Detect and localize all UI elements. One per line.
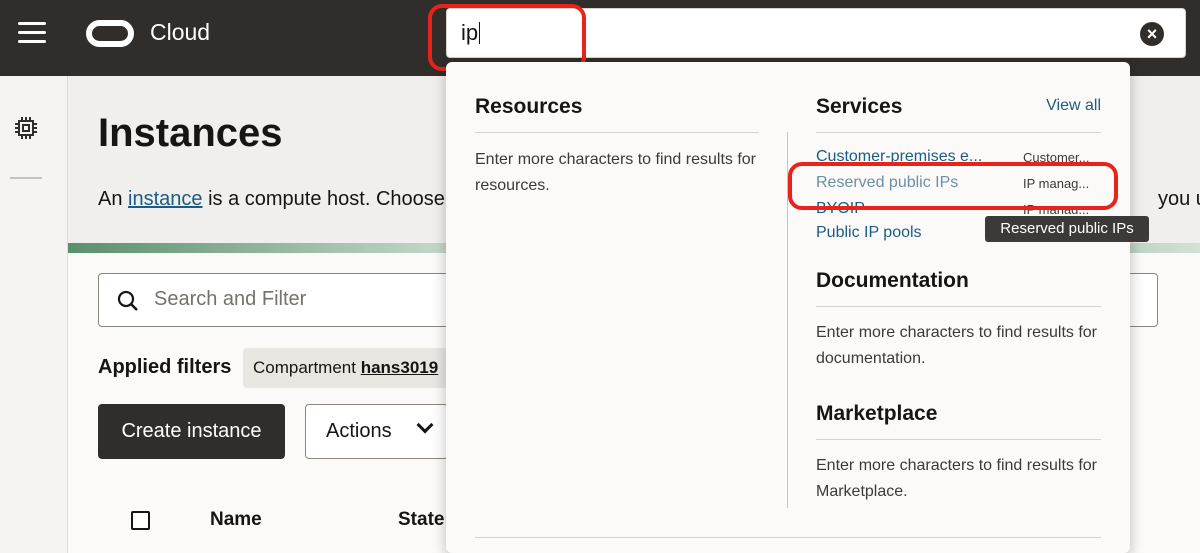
search-results-dropdown: Resources Enter more characters to find … [446,62,1130,553]
hamburger-menu-icon[interactable] [18,22,46,46]
annotation-highlight-search [428,4,586,71]
marketplace-heading: Marketplace [816,402,938,425]
documentation-message: Enter more characters to find results fo… [816,324,1097,367]
divider [816,132,1101,133]
actions-label: Actions [326,420,392,442]
page-intro: An instance is a compute host. Choose [98,188,445,210]
view-all-link[interactable]: View all [1046,97,1101,115]
search-icon [117,290,138,311]
service-name[interactable]: Public IP pools [816,224,996,242]
marketplace-message: Enter more characters to find results fo… [816,457,1097,500]
resources-message: Enter more characters to find results fo… [475,151,756,194]
instance-link[interactable]: instance [128,188,203,210]
clear-search-icon[interactable]: × [1140,22,1164,46]
applied-filters-label: Applied filters [98,356,232,378]
brand-name: Cloud [150,19,211,45]
rail-divider [10,177,42,179]
compartment-name[interactable]: hans3019 [361,358,439,377]
page-intro-tail: you use [1158,188,1200,210]
column-header-state[interactable]: State [398,509,444,531]
divider [475,537,1101,538]
divider [816,306,1101,307]
annotation-highlight-reserved-ips [788,162,1118,210]
divider [475,132,759,133]
compute-chip-icon[interactable] [14,116,38,140]
oracle-logo-icon[interactable] [86,20,134,47]
documentation-heading: Documentation [816,269,969,292]
filter-placeholder: Search and Filter [154,288,307,310]
create-instance-button[interactable]: Create instance [98,404,285,459]
page-title: Instances [98,111,283,155]
column-header-name[interactable]: Name [210,509,262,531]
divider [816,439,1101,440]
left-rail [0,76,68,553]
resources-heading: Resources [475,95,583,118]
tooltip: Reserved public IPs [985,216,1149,242]
services-heading: Services [816,95,903,118]
actions-dropdown-button[interactable]: Actions [305,404,448,459]
select-all-checkbox[interactable] [131,511,150,530]
compartment-filter-chip[interactable]: Compartment hans3019 [243,348,449,388]
chevron-down-icon [416,416,434,434]
